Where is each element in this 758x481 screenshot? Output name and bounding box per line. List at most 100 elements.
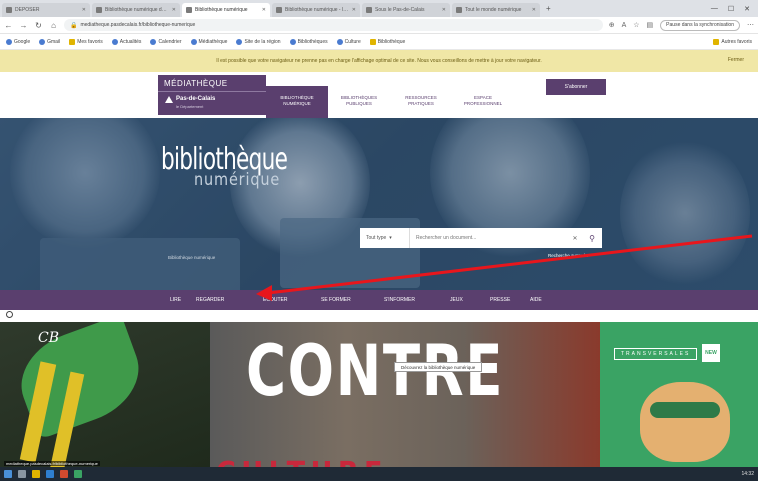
search-scope-label: Tout type bbox=[366, 235, 387, 241]
clear-search-icon[interactable]: ✕ bbox=[568, 235, 582, 242]
bookmark-icon bbox=[289, 39, 296, 45]
bookmark-icon bbox=[150, 39, 157, 45]
poster-badge: NEW bbox=[702, 344, 720, 362]
edge-browser-icon[interactable] bbox=[46, 470, 54, 478]
tab-title: Bibliothèque numérique - liste bbox=[285, 7, 349, 13]
notice-close-link[interactable]: Fermer bbox=[728, 57, 744, 63]
folder-icon bbox=[369, 39, 376, 45]
mask-icon bbox=[650, 402, 720, 418]
search-taskbar-icon[interactable] bbox=[18, 470, 26, 478]
window-controls: — ☐ ✕ bbox=[711, 0, 758, 17]
favicon-icon bbox=[186, 7, 192, 13]
bookmark-label: Culture bbox=[344, 39, 361, 45]
app-icon[interactable] bbox=[74, 470, 82, 478]
hero-banner: bibliothèque numérique Tout type ▾ ✕ ⚲ B… bbox=[0, 118, 758, 290]
menu-item[interactable]: S'INFORMER bbox=[384, 290, 415, 310]
header-nav-item[interactable]: RESSOURCES PRATIQUES bbox=[390, 86, 452, 118]
close-tab-icon[interactable]: ✕ bbox=[532, 7, 536, 13]
read-aloud-icon[interactable]: A bbox=[622, 22, 627, 29]
bookmark-item[interactable]: Mes favoris bbox=[69, 39, 103, 45]
menu-item[interactable]: LIRE bbox=[170, 290, 181, 310]
collections-icon[interactable]: ▤ bbox=[647, 21, 654, 29]
favicon-icon bbox=[366, 7, 372, 13]
poster-second-line: CULTURE bbox=[216, 456, 388, 467]
favorite-star-icon[interactable]: ☆ bbox=[633, 21, 639, 29]
close-tab-icon[interactable]: ✕ bbox=[262, 7, 266, 13]
bookmark-label: Gmail bbox=[47, 39, 61, 45]
accessibility-icon[interactable] bbox=[6, 311, 13, 318]
menu-item[interactable]: AIDE bbox=[530, 290, 542, 310]
bookmark-item[interactable]: Gmail bbox=[39, 39, 60, 45]
reload-icon[interactable]: ↻ bbox=[34, 21, 43, 30]
bookmark-label: Actualités bbox=[119, 39, 142, 45]
zoom-icon[interactable]: ⊕ bbox=[609, 21, 615, 29]
chevron-down-icon: ▾ bbox=[389, 235, 392, 241]
bookmark-item[interactable]: Médiathèque bbox=[190, 39, 228, 45]
bookmark-item[interactable]: Site de la région bbox=[236, 39, 281, 45]
header-nav-item[interactable]: BIBLIOTHÈQUES PUBLIQUES bbox=[328, 86, 390, 118]
new-tab-icon[interactable]: + bbox=[540, 0, 557, 17]
bookmark-icon bbox=[39, 39, 46, 45]
favicon-icon bbox=[456, 7, 462, 13]
advanced-search-link[interactable]: Recherche avancée bbox=[548, 253, 588, 258]
menu-dots-icon[interactable]: ⋯ bbox=[747, 21, 754, 29]
header-nav-item[interactable]: ESPACE PROFESSIONNEL bbox=[452, 86, 514, 118]
site-logo[interactable]: MÉDIATHÈQUE Pas-de-Calais le Département bbox=[158, 75, 266, 115]
header-nav: BIBLIOTHÈQUE NUMÉRIQUE BIBLIOTHÈQUES PUBL… bbox=[266, 86, 514, 118]
subscribe-button[interactable]: S'abonner bbox=[546, 79, 606, 95]
site-header: MÉDIATHÈQUE Pas-de-Calais le Département… bbox=[0, 72, 758, 118]
start-icon[interactable] bbox=[4, 470, 12, 478]
favicon-icon bbox=[6, 7, 12, 13]
bookmark-label: Bibliothèque bbox=[377, 39, 406, 45]
menu-item[interactable]: JEUX bbox=[450, 290, 463, 310]
poster-tooltip: Découvrez la bibliothèque numérique bbox=[394, 362, 483, 372]
browser-tab[interactable]: DÉPOSER ✕ bbox=[2, 3, 90, 17]
profile-sync-button[interactable]: Pause dans la synchronisation bbox=[660, 19, 740, 31]
back-icon[interactable]: ← bbox=[4, 21, 13, 30]
forward-icon[interactable]: → bbox=[19, 21, 28, 30]
browser-tab[interactable]: Sous le Pas-de-Calais ✕ bbox=[362, 3, 450, 17]
other-bookmarks[interactable]: Autres favoris bbox=[713, 39, 752, 45]
department-logo-icon bbox=[165, 96, 173, 103]
bookmark-item[interactable]: Bibliothèques bbox=[289, 39, 328, 45]
browser-tab[interactable]: Bibliothèque numérique du Pas-de-Calais✕ bbox=[92, 3, 180, 17]
close-window-icon[interactable]: ✕ bbox=[744, 5, 750, 13]
minimize-icon[interactable]: — bbox=[711, 5, 718, 12]
hero-subtitle: numérique bbox=[194, 170, 281, 190]
search-bar: Tout type ▾ ✕ ⚲ bbox=[360, 228, 602, 248]
close-tab-icon[interactable]: ✕ bbox=[82, 7, 86, 13]
search-input[interactable] bbox=[410, 228, 568, 248]
bookmark-icon bbox=[236, 39, 243, 45]
bookmark-list: Google Gmail Mes favoris Actualités Calendri… bbox=[6, 39, 405, 45]
close-tab-icon[interactable]: ✕ bbox=[172, 7, 176, 13]
bookmark-item[interactable]: Culture bbox=[336, 39, 361, 45]
browser-tab[interactable]: Tout le monde numérique ✕ bbox=[452, 3, 540, 17]
home-icon[interactable]: ⌂ bbox=[49, 21, 58, 30]
close-tab-icon[interactable]: ✕ bbox=[352, 7, 356, 13]
file-explorer-icon[interactable] bbox=[32, 470, 40, 478]
featured-poster[interactable]: CB CONTRE CULTURE Découvrez la bibliothè… bbox=[0, 322, 758, 467]
browser-tab[interactable]: Bibliothèque numérique ✕ bbox=[182, 3, 270, 17]
close-tab-icon[interactable]: ✕ bbox=[442, 7, 446, 13]
header-nav-item[interactable]: BIBLIOTHÈQUE NUMÉRIQUE bbox=[266, 86, 328, 118]
screen: DÉPOSER✕Bibliothèque numérique du Pas-de… bbox=[0, 0, 758, 481]
menu-item[interactable]: PRESSE bbox=[490, 290, 510, 310]
bookmark-item[interactable]: Google bbox=[6, 39, 30, 45]
bookmark-label: Médiathèque bbox=[198, 39, 228, 45]
bookmark-item[interactable]: Actualités bbox=[111, 39, 142, 45]
browser-tab[interactable]: Bibliothèque numérique - liste ✕ bbox=[272, 3, 360, 17]
url-field[interactable]: 🔒 mediatheque.pasdecalais.fr/bibliothequ… bbox=[64, 19, 603, 31]
search-scope-select[interactable]: Tout type ▾ bbox=[360, 228, 410, 248]
menu-item[interactable]: ÉCOUTER bbox=[263, 290, 287, 310]
bookmark-item[interactable]: Bibliothèque bbox=[369, 39, 406, 45]
bookmarks-bar: Google Gmail Mes favoris Actualités Calendri… bbox=[0, 35, 758, 50]
menu-item[interactable]: REGARDER bbox=[196, 290, 224, 310]
bookmark-label: Mes favoris bbox=[77, 39, 103, 45]
maximize-icon[interactable]: ☐ bbox=[728, 5, 734, 13]
search-icon[interactable]: ⚲ bbox=[582, 228, 602, 248]
menu-item[interactable]: SE FORMER bbox=[321, 290, 351, 310]
bookmark-item[interactable]: Calendrier bbox=[150, 39, 182, 45]
office-icon[interactable] bbox=[60, 470, 68, 478]
other-bookmarks-label: Autres favoris bbox=[721, 39, 752, 45]
logo-org: Pas-de-Calais bbox=[176, 96, 216, 102]
